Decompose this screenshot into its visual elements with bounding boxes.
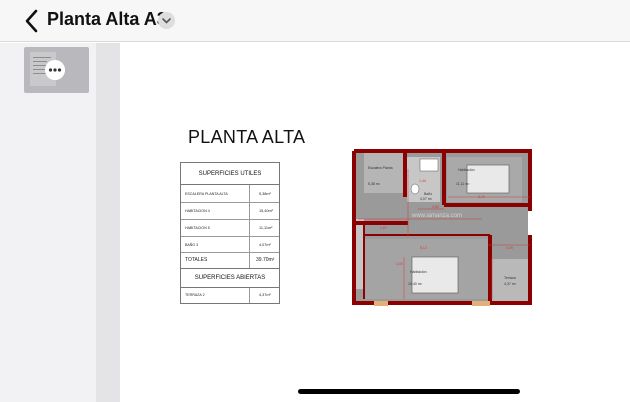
table-row: TERRAZA 2 4,37m² — [181, 288, 279, 303]
table-row: HABITACION 5 11,11m² — [181, 220, 279, 237]
floor-plan: Escalera Planta 5,38 m² Baño 4,07 m² Hab… — [352, 149, 532, 306]
page-thumbnail[interactable] — [24, 47, 89, 93]
floor-area — [356, 219, 364, 289]
plan-heading: PLANTA ALTA — [188, 127, 306, 147]
row-value: 5,38m² — [259, 192, 271, 196]
value-cell: 4,07m² — [249, 237, 279, 252]
row-label: TERRAZA 2 — [185, 293, 205, 297]
surfaces-table: SUPERFICIES UTILES ESCALERA PLANTA ALTA … — [180, 162, 280, 304]
row-value: 11,11m² — [259, 226, 273, 230]
room-area: 5,38 m² — [368, 182, 381, 186]
value-cell: 15,40m² — [249, 203, 279, 219]
row-label: HABITACION 4 — [185, 209, 210, 213]
useful-surfaces-header: SUPERFICIES UTILES — [181, 163, 279, 185]
bed-icon — [411, 256, 459, 294]
value-cell: 39.70m² — [249, 253, 279, 268]
more-options-icon[interactable] — [45, 60, 65, 80]
document-title[interactable]: Planta Alta A3 — [47, 9, 167, 30]
dimension-label: 4,00 — [396, 262, 403, 266]
open-surfaces-header: SUPERFICIES ABIERTAS — [181, 269, 279, 288]
room-name: Escalera Planta — [368, 166, 393, 170]
stair-area — [364, 153, 404, 193]
table-row: HABITACION 4 15,40m² — [181, 203, 279, 220]
room-area: 15,40 m² — [408, 282, 423, 286]
room-area: 4,37 m² — [504, 282, 517, 286]
dimension-label: 3,62 — [432, 205, 439, 209]
room-name: Habitación — [410, 270, 427, 274]
room-area: 4,07 m² — [420, 197, 433, 201]
page-gutter — [96, 43, 120, 402]
thumbnail-line — [33, 61, 47, 62]
totals-value: 39.70m² — [256, 257, 275, 263]
thumbnail-line — [33, 57, 51, 58]
value-cell: 4,37m² — [249, 288, 279, 303]
row-value: 4,07m² — [259, 243, 271, 247]
thumbnail-sidebar — [0, 43, 96, 402]
room-name: Baño — [424, 192, 432, 196]
room-area: 11,11 m² — [456, 182, 470, 186]
dimension-label: 1,44 — [419, 179, 426, 183]
dimension-label: 3,49 — [506, 246, 513, 250]
dimension-label: 1,67 — [380, 226, 387, 230]
terrace-area — [492, 259, 528, 303]
room-name: Terraza — [504, 276, 516, 280]
value-cell: 5,38m² — [249, 185, 279, 202]
table-row: ESCALERA PLANTA ALTA 5,38m² — [181, 185, 279, 203]
toilet-icon — [410, 183, 420, 195]
thumbnail-line — [33, 69, 45, 70]
totals-label: TOTALES — [185, 257, 208, 263]
row-label: BAÑO 3 — [185, 243, 199, 247]
value-cell: 11,11m² — [249, 220, 279, 236]
row-label: ESCALERA PLANTA ALTA — [185, 192, 228, 196]
dimension-label: 5,12 — [420, 246, 427, 250]
row-value: 4,37m² — [259, 293, 271, 297]
navigation-bar: Planta Alta A3 — [0, 0, 630, 42]
row-label: HABITACION 5 — [185, 226, 210, 230]
totals-row: TOTALES 39.70m² — [181, 253, 279, 269]
home-indicator[interactable] — [298, 389, 520, 394]
row-value: 15,40m² — [259, 209, 273, 213]
bathtub-icon — [419, 158, 439, 172]
back-chevron-icon[interactable] — [22, 8, 42, 34]
door-icon — [374, 301, 388, 306]
room-name: Habitación — [458, 168, 475, 172]
chevron-down-icon[interactable] — [158, 12, 175, 29]
table-row: BAÑO 3 4,07m² — [181, 237, 279, 253]
dimension-label: 3,70 — [478, 195, 485, 199]
watermark: www.lamanza.com — [411, 213, 462, 219]
door-icon — [472, 301, 490, 306]
